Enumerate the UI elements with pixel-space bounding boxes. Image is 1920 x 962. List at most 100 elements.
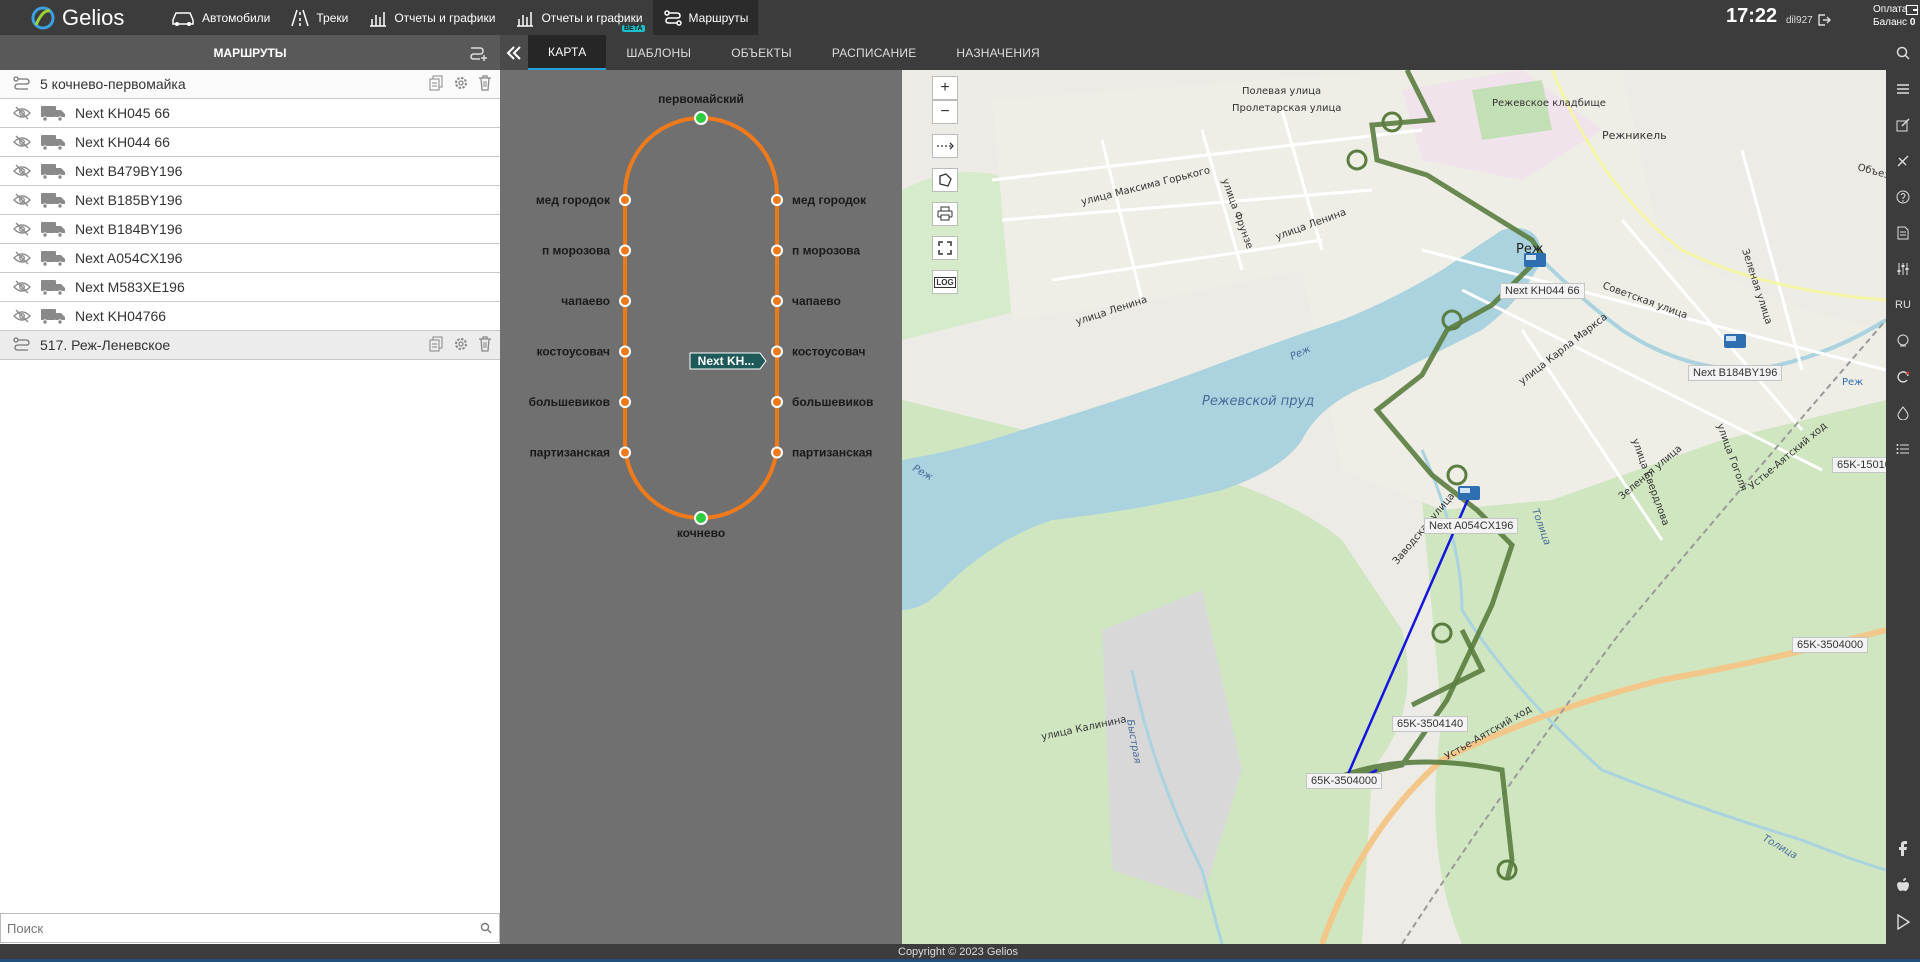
logo[interactable]: Gelios [30, 2, 124, 33]
nav-tracks[interactable]: Треки [280, 0, 358, 35]
ruler-button[interactable] [932, 134, 958, 158]
log-button[interactable]: LOG [932, 270, 958, 294]
stop-label: п морозова [792, 244, 860, 258]
notifications-tool[interactable] [1886, 323, 1920, 359]
place-label: Режевское кладбище [1492, 98, 1606, 109]
route-vehicle-row[interactable]: Next KH045 66 [0, 99, 500, 128]
fuel-tool[interactable] [1886, 395, 1920, 431]
zoom-out-button[interactable]: − [932, 100, 958, 124]
route-vehicle-row[interactable]: Next B185BY196 [0, 186, 500, 215]
hidden-eye-icon[interactable] [12, 277, 32, 297]
map-canvas[interactable]: Полевая улица Пролетарская улица улица М… [902, 70, 1886, 944]
tab-assignments[interactable]: НАЗНАЧЕНИЯ [936, 35, 1059, 70]
apple-link[interactable] [1886, 867, 1920, 903]
stop-marker[interactable] [771, 295, 783, 307]
stop-marker[interactable] [619, 396, 631, 408]
search-input[interactable] [1, 920, 473, 936]
hidden-eye-icon[interactable] [12, 248, 32, 268]
hidden-eye-icon[interactable] [12, 306, 32, 326]
search-icon[interactable] [473, 922, 499, 934]
stop-marker[interactable] [619, 345, 631, 358]
menu-tool[interactable] [1886, 71, 1920, 107]
copy-icon[interactable] [428, 336, 444, 352]
collapse-panel-button[interactable] [500, 35, 528, 70]
nav-reports[interactable]: Отчеты и графики [358, 0, 505, 35]
user-menu[interactable]: dil927 [1786, 13, 1831, 27]
zoom-in-button[interactable]: + [932, 76, 958, 100]
logout-icon[interactable] [1817, 13, 1831, 27]
hidden-eye-icon[interactable] [12, 190, 32, 210]
gear-icon[interactable] [453, 336, 469, 352]
facebook-link[interactable] [1886, 830, 1920, 866]
truck-icon [40, 219, 66, 239]
fullscreen-button[interactable] [932, 236, 958, 260]
polygon-button[interactable] [932, 168, 958, 192]
route-vehicle-row[interactable]: Next M583XE196 [0, 273, 500, 302]
measure-icon [1897, 155, 1909, 167]
vehicle-label[interactable]: Next B184BY196 [1688, 365, 1783, 381]
measure-tool[interactable] [1886, 143, 1920, 179]
bell-icon [1897, 334, 1909, 347]
route-vehicle-row[interactable]: Next B184BY196 [0, 215, 500, 244]
sync-tool[interactable] [1886, 359, 1920, 395]
vehicle-label[interactable]: Next A054CX196 [1424, 518, 1519, 534]
stop-marker[interactable] [619, 194, 631, 206]
list-tool[interactable] [1886, 431, 1920, 467]
route-icon [663, 9, 682, 26]
route-group-row[interactable]: 517. Реж-Леневское [0, 331, 500, 360]
route-vehicle-row[interactable]: Next KH044 66 [0, 128, 500, 157]
gear-icon[interactable] [453, 75, 469, 91]
stop-marker[interactable] [771, 345, 783, 358]
add-route-icon[interactable] [468, 44, 488, 62]
settings-sliders-tool[interactable] [1886, 251, 1920, 287]
help-tool[interactable] [1886, 179, 1920, 215]
card-icon[interactable] [1906, 5, 1918, 15]
edit-icon [1896, 118, 1910, 132]
hidden-eye-icon[interactable] [12, 161, 32, 181]
hidden-eye-icon[interactable] [12, 132, 32, 152]
stop-marker[interactable] [619, 446, 631, 459]
trash-icon[interactable] [478, 75, 492, 91]
nav-cars[interactable]: Автомобили [160, 0, 280, 35]
hidden-eye-icon[interactable] [12, 103, 32, 123]
copy-icon[interactable] [428, 75, 444, 91]
edit-tool[interactable] [1886, 107, 1920, 143]
route-icon [12, 335, 32, 355]
route-vehicle-row[interactable]: Next A054CX196 [0, 244, 500, 273]
vehicle-tag[interactable]: Next KH... [689, 352, 767, 370]
route-vehicle-row[interactable]: Next B479BY196 [0, 157, 500, 186]
stop-marker[interactable] [771, 244, 783, 257]
route-group-row[interactable]: 5 кочнево-первомайка [0, 70, 500, 99]
map-view[interactable]: Полевая улица Пролетарская улица улица М… [902, 70, 1886, 944]
stop-marker[interactable] [619, 244, 631, 257]
google-play-link[interactable] [1886, 904, 1920, 940]
hidden-eye-icon[interactable] [12, 219, 32, 239]
tab-objects[interactable]: ОБЪЕКТЫ [711, 35, 812, 70]
print-button[interactable] [932, 202, 958, 226]
stop-marker[interactable] [771, 396, 783, 408]
search-tool[interactable] [1886, 35, 1920, 71]
stop-label: чапаево [792, 294, 841, 308]
vehicle-label[interactable]: Next KH044 66 [1500, 283, 1585, 299]
play-store-icon [1897, 914, 1910, 930]
trash-icon[interactable] [478, 336, 492, 352]
stop-marker[interactable] [771, 194, 783, 206]
vehicle-marker[interactable] [1724, 334, 1746, 348]
tab-map[interactable]: КАРТА [528, 35, 607, 70]
document-tool[interactable] [1886, 215, 1920, 251]
tab-schedule[interactable]: РАСПИСАНИЕ [812, 35, 937, 70]
nav-reports-beta[interactable]: Отчеты и графики BETA [505, 0, 652, 35]
street-label: Полевая улица [1242, 86, 1321, 97]
stop-top-marker[interactable] [694, 111, 708, 125]
vehicle-marker[interactable] [1458, 486, 1480, 500]
language-tool[interactable]: RU [1886, 287, 1920, 323]
tab-templates[interactable]: ШАБЛОНЫ [606, 35, 711, 70]
stop-marker[interactable] [619, 295, 631, 307]
place-label: Режевской пруд [1202, 394, 1314, 409]
stop-marker[interactable] [771, 446, 783, 459]
routes-panel-title: МАРШРУТЫ [213, 45, 287, 60]
truck-icon [40, 277, 66, 297]
stop-bottom-marker[interactable] [694, 511, 708, 525]
route-vehicle-row[interactable]: Next KH04766 [0, 302, 500, 331]
nav-routes[interactable]: Маршруты [652, 0, 759, 35]
